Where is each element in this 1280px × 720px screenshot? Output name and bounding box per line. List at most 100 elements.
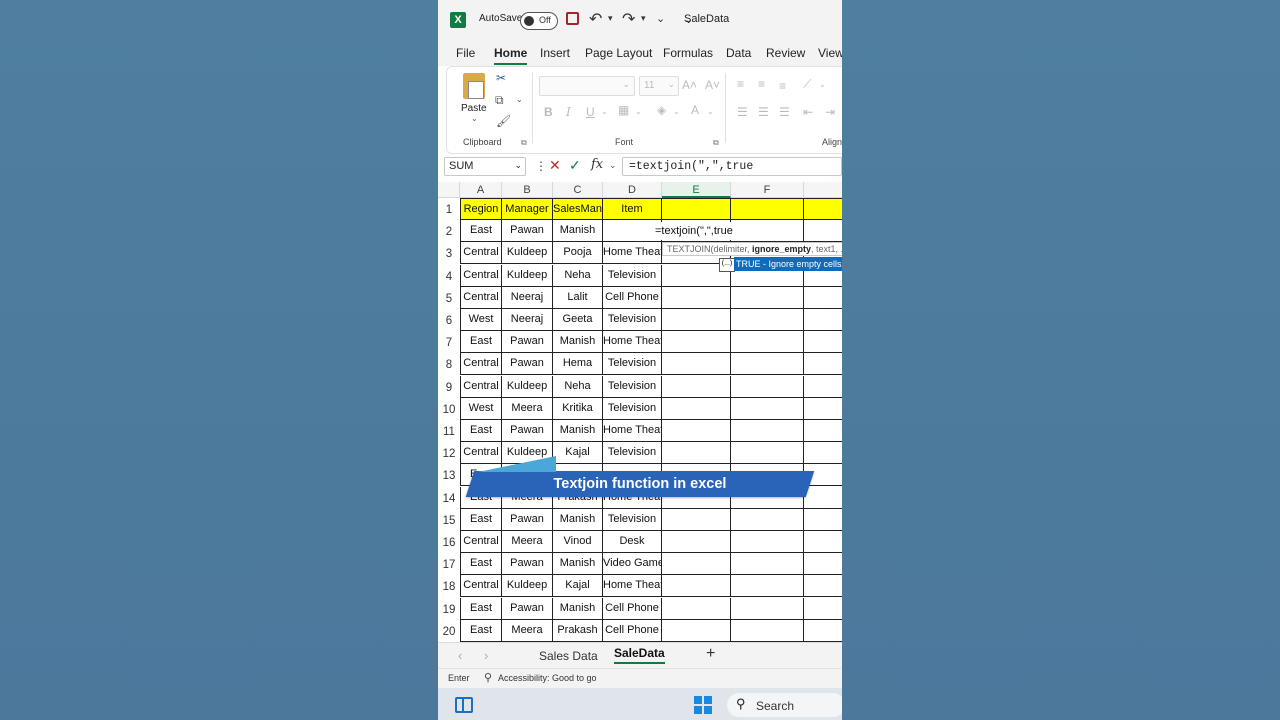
row-header[interactable]: 5	[438, 293, 460, 305]
document-name[interactable]: SaleData ⌄	[684, 13, 729, 26]
insert-function-icon[interactable]: fx	[591, 157, 603, 172]
function-dropdown-icon[interactable]: ⌄	[609, 160, 617, 171]
table-cell[interactable]: Kritika	[553, 397, 603, 420]
align-middle-icon[interactable]: ≡	[758, 77, 765, 91]
tab-formulas[interactable]: Formulas	[663, 46, 713, 60]
header-cell[interactable]	[662, 198, 731, 220]
table-cell[interactable]: Manish	[553, 508, 603, 531]
row-header[interactable]: 14	[438, 493, 460, 505]
spreadsheet-grid[interactable]: A B C D E F 1 2 3 4 5 6 7 8 9 10 11 12 13 14 15 16 17 18 19 20 Reg…	[438, 182, 842, 642]
table-cell[interactable]	[731, 531, 804, 553]
table-cell[interactable]	[662, 619, 731, 642]
table-cell[interactable]	[662, 309, 731, 331]
row-header[interactable]: 11	[438, 426, 460, 438]
table-cell[interactable]	[731, 420, 804, 442]
table-cell[interactable]	[662, 597, 731, 620]
cancel-entry-icon[interactable]: ✕	[549, 157, 561, 174]
bold-icon[interactable]: B	[544, 105, 553, 119]
copy-icon[interactable]: ⧉	[495, 93, 504, 108]
row-header[interactable]: 4	[438, 271, 460, 283]
decrease-indent-icon[interactable]: ⇤	[803, 105, 813, 119]
undo-dropdown-icon[interactable]: ▾	[608, 13, 613, 24]
name-box[interactable]: SUM ⌄	[444, 157, 526, 176]
table-cell[interactable]: Cell Phone	[603, 597, 662, 620]
tab-review[interactable]: Review	[766, 46, 805, 60]
table-cell[interactable]: Central	[460, 375, 502, 398]
table-cell[interactable]: West	[460, 397, 502, 420]
table-cell[interactable]	[731, 375, 804, 398]
table-cell[interactable]	[731, 286, 804, 309]
table-cell[interactable]: Home Theater	[603, 242, 662, 265]
table-cell[interactable]	[731, 597, 804, 620]
add-sheet-icon[interactable]: +	[706, 645, 715, 663]
table-cell[interactable]	[804, 575, 842, 598]
table-cell[interactable]	[804, 553, 842, 576]
table-cell[interactable]: Geeta	[553, 309, 603, 331]
table-cell[interactable]	[804, 598, 842, 620]
table-cell[interactable]: Cell Phone	[603, 286, 662, 309]
table-cell[interactable]: Central	[460, 264, 502, 287]
table-cell[interactable]	[731, 442, 804, 465]
table-cell[interactable]: Kuldeep	[502, 242, 553, 265]
row-header[interactable]: 20	[438, 626, 460, 638]
table-cell[interactable]	[731, 575, 804, 598]
fill-dropdown-icon[interactable]: ⌄	[673, 107, 680, 116]
underline-dropdown-icon[interactable]: ⌄	[601, 107, 608, 116]
table-cell[interactable]: East	[460, 220, 502, 243]
table-cell[interactable]	[804, 420, 842, 442]
underline-icon[interactable]: U	[586, 105, 595, 119]
table-cell[interactable]: Kuldeep	[502, 575, 553, 598]
row-header[interactable]: 18	[438, 581, 460, 593]
tab-home[interactable]: Home	[494, 46, 528, 65]
table-cell[interactable]: Meera	[502, 397, 553, 420]
formula-input[interactable]: =textjoin(",",true	[622, 157, 842, 176]
align-left-icon[interactable]: ☰	[737, 105, 748, 119]
customize-toolbar-icon[interactable]: ⌄	[656, 12, 665, 25]
table-cell[interactable]	[662, 286, 731, 309]
next-sheet-icon[interactable]: ›	[484, 648, 488, 663]
table-cell[interactable]	[662, 442, 731, 465]
table-cell[interactable]	[804, 353, 842, 376]
row-header[interactable]: 2	[438, 226, 460, 238]
table-cell[interactable]: Vinod	[553, 531, 603, 553]
confirm-entry-icon[interactable]: ✓	[569, 157, 581, 174]
row-header[interactable]: 1	[438, 204, 460, 216]
tab-file[interactable]: File	[456, 46, 475, 60]
table-cell[interactable]: Manish	[553, 420, 603, 442]
row-header[interactable]: 10	[438, 404, 460, 416]
table-cell[interactable]: Pawan	[502, 597, 553, 620]
accessibility-icon[interactable]: ⚲	[484, 671, 492, 684]
table-cell[interactable]	[804, 442, 842, 465]
paste-button[interactable]: Paste	[461, 103, 487, 114]
table-cell[interactable]: Manish	[553, 220, 603, 243]
table-cell[interactable]: East	[460, 331, 502, 354]
table-cell[interactable]: Meera	[502, 531, 553, 553]
row-header[interactable]: 9	[438, 382, 460, 394]
tab-view[interactable]: View	[818, 46, 842, 60]
column-header-d[interactable]: D	[603, 182, 662, 198]
undo-icon[interactable]: ↶	[589, 9, 602, 29]
format-painter-icon[interactable]: 🖌	[496, 114, 511, 128]
table-cell[interactable]	[731, 309, 804, 331]
table-cell[interactable]: Desk	[603, 531, 662, 553]
table-cell[interactable]	[804, 398, 842, 420]
table-cell[interactable]	[804, 287, 842, 309]
redo-dropdown-icon[interactable]: ▾	[641, 13, 646, 24]
table-cell[interactable]: Television	[603, 264, 662, 287]
table-cell[interactable]: Central	[460, 242, 502, 265]
widgets-icon[interactable]	[455, 697, 473, 713]
row-header[interactable]: 19	[438, 604, 460, 616]
table-cell[interactable]	[662, 508, 731, 531]
row-header[interactable]: 6	[438, 315, 460, 327]
table-cell[interactable]	[804, 309, 842, 331]
increase-font-icon[interactable]: A˄	[682, 78, 697, 92]
align-center-icon[interactable]: ☰	[758, 105, 769, 119]
table-cell[interactable]: West	[460, 309, 502, 331]
table-cell[interactable]	[804, 220, 842, 243]
borders-icon[interactable]: ▦	[618, 103, 629, 117]
row-header[interactable]: 8	[438, 359, 460, 371]
table-cell[interactable]	[804, 620, 842, 642]
copy-dropdown-icon[interactable]: ⌄	[516, 95, 523, 104]
font-color-icon[interactable]: A	[691, 103, 699, 117]
table-cell[interactable]: Television	[603, 309, 662, 331]
